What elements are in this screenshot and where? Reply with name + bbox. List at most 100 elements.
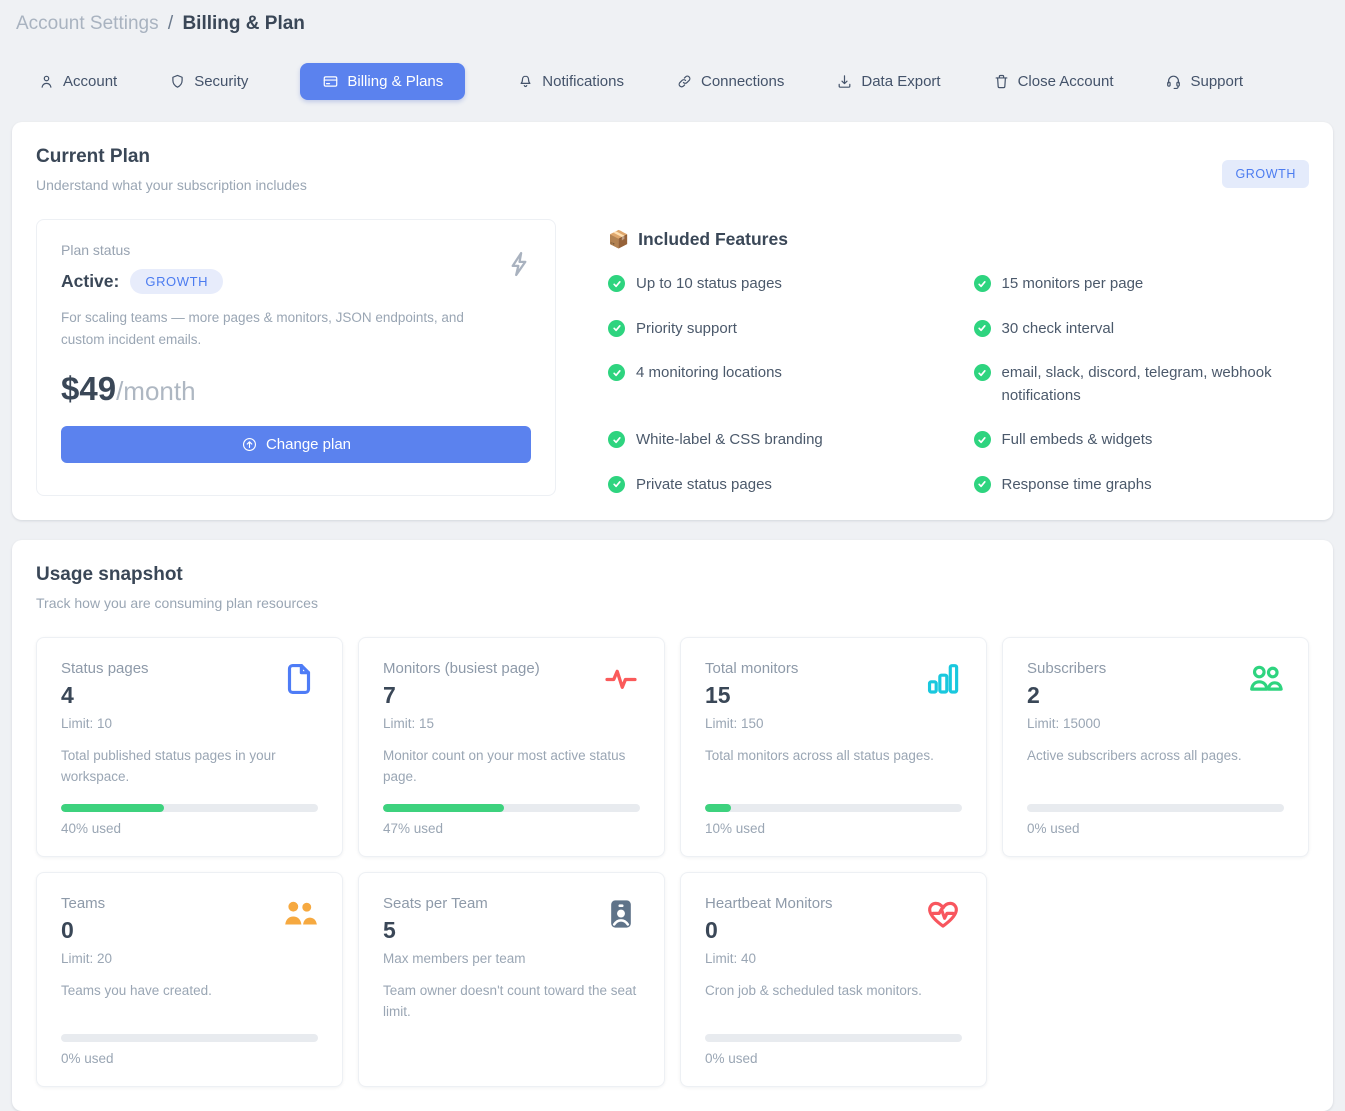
bar-chart-icon <box>924 660 962 698</box>
tab-account[interactable]: Account <box>38 73 117 90</box>
feature-item: White-label & CSS branding <box>608 429 918 452</box>
breadcrumb-section[interactable]: Account Settings <box>16 13 159 34</box>
usage-card-title: Teams <box>61 895 112 912</box>
usage-progress-fill <box>383 804 504 812</box>
change-plan-button[interactable]: Change plan <box>61 426 531 463</box>
current-plan-header: Current Plan Understand what your subscr… <box>36 146 1309 193</box>
usage-card-value: 2 <box>1027 682 1106 709</box>
tab-label: Support <box>1190 73 1243 90</box>
usage-snapshot-panel: Usage snapshot Track how you are consumi… <box>12 540 1333 1111</box>
feature-item: Priority support <box>608 318 918 341</box>
included-features: 📦 Included Features Up to 10 status page… <box>556 219 1309 496</box>
check-icon <box>974 476 991 493</box>
feature-label: 30 check interval <box>1002 318 1115 341</box>
feature-label: Full embeds & widgets <box>1002 429 1153 452</box>
bell-icon <box>517 73 534 90</box>
usage-card-monitors-busiest-page: Monitors (busiest page)7Limit: 15Monitor… <box>358 637 665 857</box>
feature-label: White-label & CSS branding <box>636 429 823 452</box>
credit-card-icon <box>322 73 339 90</box>
features-grid: Up to 10 status pages 15 monitors per pag… <box>608 273 1309 496</box>
usage-card-total-monitors: Total monitors15Limit: 150Total monitors… <box>680 637 987 857</box>
usage-card-title: Heartbeat Monitors <box>705 895 833 912</box>
feature-item: 30 check interval <box>974 318 1284 341</box>
usage-card-seats-per-team: Seats per Team5Max members per teamTeam … <box>358 872 665 1087</box>
file-icon <box>280 660 318 698</box>
tab-label: Connections <box>701 73 784 90</box>
breadcrumb: Account Settings / Billing & Plan <box>0 0 1345 39</box>
feature-item: email, slack, discord, telegram, webhook… <box>974 362 1284 407</box>
usage-card-value: 4 <box>61 682 149 709</box>
link-icon <box>676 73 693 90</box>
check-icon <box>974 431 991 448</box>
tab-close-account[interactable]: Close Account <box>993 73 1114 90</box>
feature-label: 4 monitoring locations <box>636 362 782 385</box>
usage-title: Usage snapshot <box>36 564 318 586</box>
tab-security[interactable]: Security <box>169 73 248 90</box>
check-icon <box>974 275 991 292</box>
plan-status-label: Plan status <box>61 242 531 258</box>
usage-card-limit: Limit: 15000 <box>1027 716 1106 731</box>
usage-percent-label: 0% used <box>1027 821 1284 836</box>
heart-pulse-icon <box>924 895 962 933</box>
usage-progress-bar <box>61 1034 318 1042</box>
usage-card-description: Total published status pages in your wor… <box>61 746 318 788</box>
usage-progress-bar <box>1027 804 1284 812</box>
usage-card-teams: Teams0Limit: 20Teams you have created.0%… <box>36 872 343 1087</box>
check-icon <box>608 431 625 448</box>
feature-item: 15 monitors per page <box>974 273 1284 296</box>
trash-icon <box>993 73 1010 90</box>
usage-card-description: Monitor count on your most active status… <box>383 746 640 788</box>
breadcrumb-separator: / <box>164 13 177 34</box>
usage-progress-fill <box>705 804 731 812</box>
feature-label: Priority support <box>636 318 737 341</box>
person-icon <box>38 73 55 90</box>
usage-card-title: Total monitors <box>705 660 798 677</box>
page-title: Billing & Plan <box>182 13 304 34</box>
feature-item: 4 monitoring locations <box>608 362 918 385</box>
check-icon <box>608 320 625 337</box>
usage-percent-label: 0% used <box>61 1051 318 1066</box>
plan-corner-badge: GROWTH <box>1222 160 1309 188</box>
usage-progress-bar <box>705 804 962 812</box>
usage-card-limit: Max members per team <box>383 951 526 966</box>
usage-percent-label: 40% used <box>61 821 318 836</box>
feature-item: Private status pages <box>608 474 918 497</box>
tab-label: Close Account <box>1018 73 1114 90</box>
usage-percent-label: 47% used <box>383 821 640 836</box>
current-plan-panel: Current Plan Understand what your subscr… <box>12 122 1333 520</box>
usage-progress-bar <box>61 804 318 812</box>
lightning-bolt-icon <box>503 246 535 287</box>
shield-icon <box>169 73 186 90</box>
features-heading: Included Features <box>638 229 788 250</box>
usage-percent-label: 10% used <box>705 821 962 836</box>
usage-card-value: 0 <box>61 917 112 944</box>
usage-card-limit: Limit: 150 <box>705 716 798 731</box>
usage-card-value: 15 <box>705 682 798 709</box>
usage-subtitle: Track how you are consuming plan resourc… <box>36 595 318 611</box>
usage-card-limit: Limit: 15 <box>383 716 540 731</box>
usage-card-limit: Limit: 10 <box>61 716 149 731</box>
tab-notifications[interactable]: Notifications <box>517 73 624 90</box>
plan-status-value: Active: <box>61 271 119 292</box>
usage-card-title: Monitors (busiest page) <box>383 660 540 677</box>
tab-connections[interactable]: Connections <box>676 73 784 90</box>
tab-label: Notifications <box>542 73 624 90</box>
usage-card-subscribers: Subscribers2Limit: 15000Active subscribe… <box>1002 637 1309 857</box>
tab-label: Data Export <box>861 73 940 90</box>
price-line: $49/month <box>61 370 531 408</box>
usage-card-value: 5 <box>383 917 526 944</box>
usage-progress-bar <box>705 1034 962 1042</box>
tab-label: Billing & Plans <box>347 73 443 90</box>
tab-billing-plans[interactable]: Billing & Plans <box>300 63 465 100</box>
tab-support[interactable]: Support <box>1165 73 1243 90</box>
check-icon <box>608 275 625 292</box>
usage-progress-fill <box>61 804 164 812</box>
current-plan-title: Current Plan <box>36 146 307 168</box>
feature-item: Up to 10 status pages <box>608 273 918 296</box>
package-icon: 📦 <box>608 230 629 250</box>
tab-label: Security <box>194 73 248 90</box>
tab-data-export[interactable]: Data Export <box>836 73 940 90</box>
feature-item: Response time graphs <box>974 474 1284 497</box>
usage-card-description: Team owner doesn't count toward the seat… <box>383 981 640 1023</box>
feature-label: Private status pages <box>636 474 772 497</box>
